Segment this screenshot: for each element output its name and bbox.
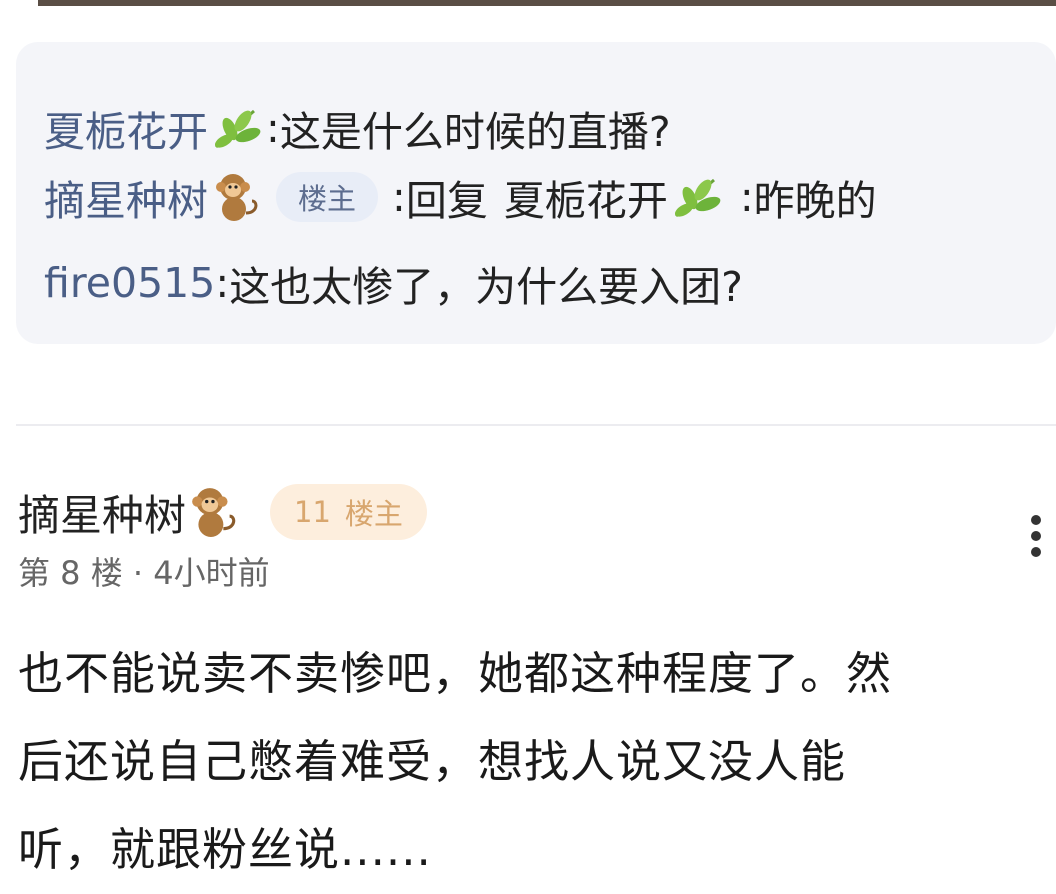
reply-line: 摘星种树 楼主 : 回复 夏栀花开 : 昨晚的: [44, 168, 877, 226]
post-author[interactable]: 摘星种树: [18, 482, 186, 543]
owner-badge: 楼主: [276, 172, 379, 222]
reply-username[interactable]: fire0515: [44, 259, 215, 307]
separator: :: [739, 173, 754, 221]
reply-to-username[interactable]: 夏栀花开: [504, 167, 668, 227]
post-content: 也不能说卖不卖惨吧，她都这种程度了。然 后还说自己憋着难受，想找人说又没人能 听…: [18, 630, 1048, 894]
post-time: 4小时前: [153, 554, 270, 592]
reply-text: 昨晚的: [753, 177, 877, 225]
monkey-avatar-icon: [216, 174, 258, 221]
post-header: 摘星种树 11 楼主: [18, 482, 427, 542]
level-number: 11: [294, 495, 331, 529]
separator: :: [215, 259, 230, 307]
reply-username[interactable]: 摘星种树: [44, 167, 208, 227]
reply-line: 夏栀花开 : 这是什么时候的直播?: [44, 99, 671, 157]
owner-label: 楼主: [344, 497, 403, 531]
leaf-emoji-icon: [674, 178, 721, 218]
level-owner-badge: 11 楼主: [270, 484, 427, 540]
post-meta: 第 8 楼 · 4小时前: [18, 548, 270, 594]
reply-preview-box[interactable]: 夏栀花开 : 这是什么时候的直播? 摘星种树 楼主 : 回复 夏栀花开: 昨晚…: [16, 42, 1056, 344]
top-image-edge: [38, 0, 1056, 6]
separator: :: [392, 173, 406, 221]
reply-prefix: 回复: [405, 177, 488, 225]
leaf-emoji-icon: [214, 109, 261, 149]
monkey-avatar-icon: [192, 488, 236, 537]
separator: :: [266, 104, 280, 152]
floor-number: 第 8 楼: [18, 554, 123, 592]
meta-dot: ·: [132, 554, 144, 592]
content-line: 听，就跟粉丝说......: [18, 823, 432, 876]
content-line: 后还说自己憋着难受，想找人说又没人能: [18, 735, 847, 788]
reply-line: fire0515 : 这也太惨了，为什么要入团?: [44, 254, 743, 312]
divider: [16, 424, 1056, 426]
reply-text: 这是什么时候的直播?: [279, 108, 671, 156]
more-vertical-icon[interactable]: [1026, 512, 1046, 560]
reply-username[interactable]: 夏栀花开: [44, 98, 208, 158]
content-line: 也不能说卖不卖惨吧，她都这种程度了。然: [18, 647, 893, 700]
reply-text: 这也太惨了，为什么要入团?: [229, 263, 743, 311]
